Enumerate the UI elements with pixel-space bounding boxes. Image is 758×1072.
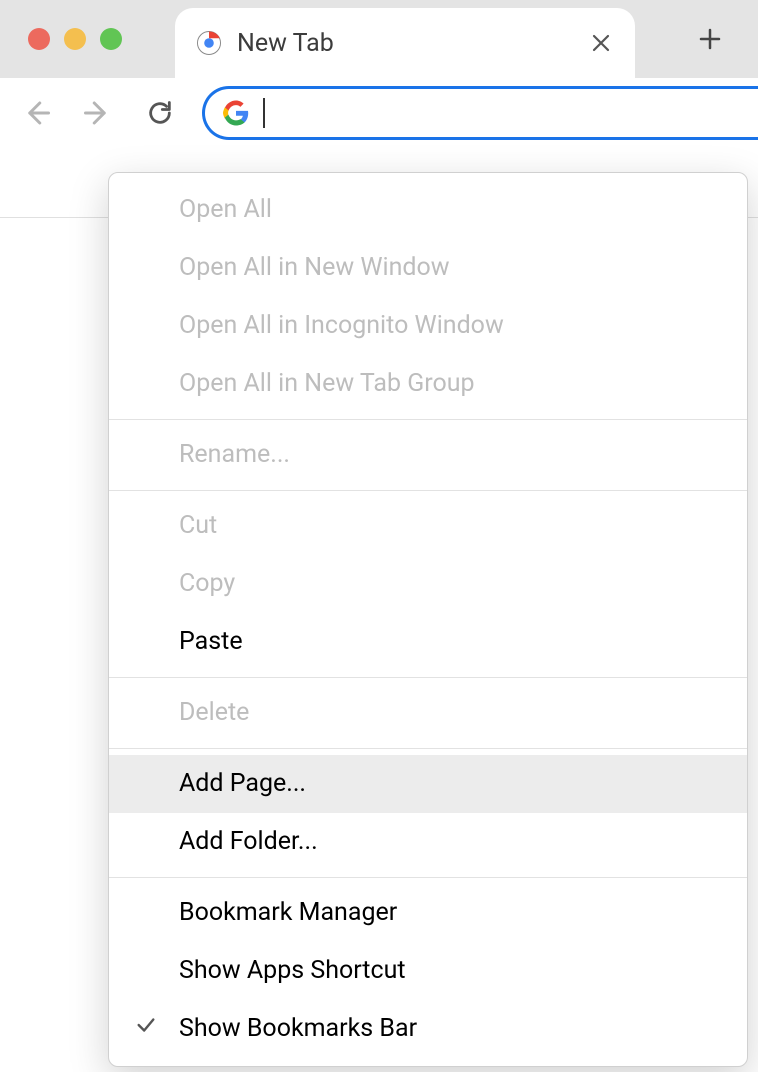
menu-rename: Rename...: [109, 426, 747, 484]
bookmarks-context-menu: Open All Open All in New Window Open All…: [108, 172, 748, 1067]
window-close-button[interactable]: [28, 28, 50, 50]
menu-separator: [109, 490, 747, 491]
menu-separator: [109, 419, 747, 420]
menu-paste[interactable]: Paste: [109, 613, 747, 671]
window-maximize-button[interactable]: [100, 28, 122, 50]
tab-close-button[interactable]: [587, 29, 615, 57]
menu-open-all-new-window: Open All in New Window: [109, 239, 747, 297]
window-controls: [0, 28, 122, 50]
menu-copy: Copy: [109, 555, 747, 613]
menu-cut: Cut: [109, 497, 747, 555]
chrome-favicon-icon: [195, 29, 223, 57]
menu-open-all-incognito: Open All in Incognito Window: [109, 297, 747, 355]
menu-bookmark-manager[interactable]: Bookmark Manager: [109, 884, 747, 942]
tab-strip: New Tab: [0, 0, 758, 78]
menu-open-all: Open All: [109, 181, 747, 239]
menu-separator: [109, 677, 747, 678]
browser-tab[interactable]: New Tab: [175, 8, 635, 78]
menu-show-apps-shortcut[interactable]: Show Apps Shortcut: [109, 942, 747, 1000]
back-button[interactable]: [16, 93, 56, 133]
tab-title: New Tab: [237, 29, 573, 58]
menu-open-all-tab-group: Open All in New Tab Group: [109, 355, 747, 413]
window-minimize-button[interactable]: [64, 28, 86, 50]
menu-show-bookmarks-bar[interactable]: Show Bookmarks Bar: [109, 1000, 747, 1058]
menu-separator: [109, 877, 747, 878]
menu-delete: Delete: [109, 684, 747, 742]
menu-add-folder[interactable]: Add Folder...: [109, 813, 747, 871]
menu-item-label: Show Bookmarks Bar: [179, 1014, 417, 1043]
forward-button[interactable]: [78, 93, 118, 133]
new-tab-button[interactable]: [680, 0, 740, 78]
reload-button[interactable]: [140, 93, 180, 133]
toolbar: [0, 78, 758, 148]
text-cursor: [263, 98, 265, 128]
checkmark-icon: [135, 1014, 157, 1044]
address-bar[interactable]: [202, 86, 758, 140]
menu-add-page[interactable]: Add Page...: [109, 755, 747, 813]
menu-separator: [109, 748, 747, 749]
google-icon: [223, 100, 249, 126]
